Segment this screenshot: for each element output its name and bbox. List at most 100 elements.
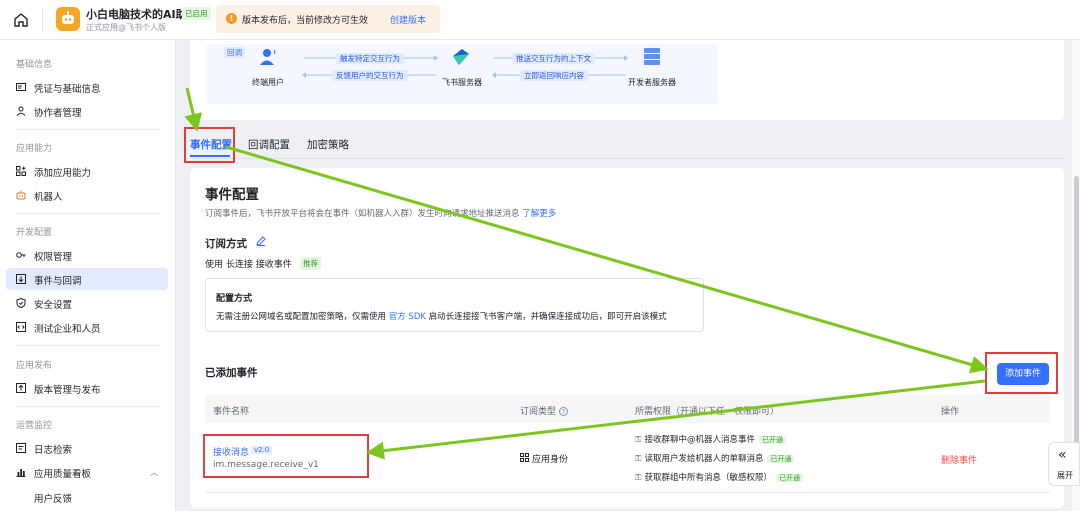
- divider: [42, 9, 43, 31]
- expand-panel-button[interactable]: « 展开: [1048, 442, 1080, 486]
- config-text-part: 启动长连接接飞书客户端，并确保连接成功后，即可开启该模式: [428, 312, 667, 322]
- sidebar-item-label: 版本管理与发布: [34, 385, 101, 396]
- callback-tag: 回调: [224, 47, 245, 58]
- sidebar-item-collaborators[interactable]: 协作者管理: [6, 100, 168, 122]
- help-icon[interactable]: ?: [559, 407, 569, 416]
- sidebar-item-label: 协作者管理: [34, 108, 82, 119]
- annotation-box-tab: [184, 127, 235, 163]
- edit-icon[interactable]: [256, 236, 266, 246]
- upload-box-icon: [16, 383, 26, 393]
- flow-label: 触发特定交互行为: [336, 53, 404, 64]
- flow-label: 反馈用户的交互行为: [332, 70, 408, 81]
- shield-icon: [16, 298, 26, 308]
- permission-status-badge: 已开通: [775, 474, 803, 482]
- sidebar-item-quality-dashboard[interactable]: 应用质量看板 ︿: [6, 461, 168, 483]
- sidebar-section-title: 基础信息: [16, 60, 53, 70]
- event-box-icon: [16, 274, 26, 284]
- home-icon[interactable]: [12, 11, 30, 29]
- scrollbar-thumb[interactable]: [1074, 176, 1079, 486]
- sidebar-item-user-feedback[interactable]: 用户反馈: [6, 486, 168, 508]
- sidebar-section-title: 开发配置: [16, 228, 53, 238]
- row-divider: [205, 492, 1050, 493]
- tab-callback-config[interactable]: 回调配置: [248, 137, 290, 152]
- permission-status-badge: 已开通: [758, 436, 786, 444]
- sidebar-item-label: 用户反馈: [34, 494, 73, 505]
- added-events-title: 已添加事件: [205, 367, 258, 379]
- expand-label: 展开: [1057, 471, 1073, 480]
- sidebar-item-versions[interactable]: 版本管理与发布: [6, 377, 168, 399]
- flow-node-developer-server: 开发者服务器: [628, 78, 676, 87]
- divider: [16, 129, 160, 130]
- app-identity-icon: [520, 453, 529, 462]
- grid-plus-icon: [16, 166, 26, 176]
- notice-text: 版本发布后，当前修改方可生效: [242, 16, 369, 26]
- flow-label: 推送交互行为的上下文: [512, 53, 595, 64]
- sidebar-item-add-capability[interactable]: 添加应用能力: [6, 160, 168, 182]
- page-title: 事件配置: [205, 187, 259, 203]
- recommended-badge: 推荐: [300, 257, 321, 270]
- tab-encryption[interactable]: 加密策略: [307, 137, 349, 152]
- app-status-badge: 已启用: [182, 7, 211, 20]
- feishu-server-icon: [453, 49, 469, 65]
- column-header: 所需权限（开通以下任一权限即可）: [635, 407, 780, 417]
- sidebar-item-label: 日志检索: [34, 445, 73, 456]
- sidebar-item-test-tenants[interactable]: 测试企业和人员: [6, 316, 168, 338]
- key-icon: ⚿: [635, 473, 642, 483]
- id-card-icon: [16, 83, 26, 91]
- key-icon: ⚿: [635, 454, 642, 464]
- sidebar-item-events-callbacks[interactable]: 事件与回调: [6, 268, 168, 290]
- top-bar: 小白电脑技术的AI助手 已启用 正式应用@飞书个人版 ! 版本发布后，当前修改方…: [0, 0, 1080, 40]
- permission-status-badge: 已开通: [767, 455, 795, 463]
- create-version-link[interactable]: 创建版本: [390, 13, 426, 26]
- config-method-text: 无需注册公网域名或配置加密策略，仅需使用 官方 SDK 启动长连接接飞书客户端，…: [216, 310, 667, 322]
- column-header-label: 订阅类型: [520, 407, 557, 417]
- events-table-header: 事件名称 订阅类型? 所需权限（开通以下任一权限即可） 操作: [205, 395, 1050, 423]
- config-method-title: 配置方式: [216, 294, 253, 304]
- sidebar-item-label: 权限管理: [34, 252, 73, 263]
- delete-event-link[interactable]: 删除事件: [941, 453, 977, 466]
- event-config-description: 订阅事件后，飞书开放平台将会在事件（如机器人入群）发生时向请求地址推送消息 了解…: [205, 207, 556, 219]
- divider: [16, 345, 160, 346]
- permission-item: ⚿ 获取群组中所有消息（敏感权限） 已开通: [635, 471, 803, 483]
- chevron-up-icon[interactable]: ︿: [150, 467, 158, 478]
- warning-icon: !: [226, 13, 237, 24]
- key-icon: ⚿: [635, 435, 642, 445]
- column-header: 事件名称: [213, 407, 250, 417]
- app-subtitle: 正式应用@飞书个人版: [86, 23, 166, 32]
- sidebar-item-permissions[interactable]: 权限管理: [6, 244, 168, 266]
- sidebar-section-title: 应用发布: [16, 361, 53, 371]
- permission-text: 获取群组中所有消息（敏感权限）: [644, 473, 772, 483]
- column-header: 订阅类型?: [520, 404, 569, 417]
- subscription-type: 应用身份: [532, 455, 569, 465]
- publish-notice: ! 版本发布后，当前修改方可生效 创建版本: [216, 5, 440, 33]
- flow-node-feishu-server: 飞书服务器: [442, 78, 482, 87]
- divider: [16, 213, 160, 214]
- sidebar-item-label: 凭证与基础信息: [34, 84, 101, 95]
- subscription-mode: 使用 长连接 接收事件: [205, 260, 292, 270]
- bar-chart-icon: [16, 469, 26, 477]
- sidebar-item-label: 应用质量看板: [34, 469, 92, 480]
- sidebar-item-label: 添加应用能力: [34, 168, 92, 179]
- annotation-box-event: [203, 434, 369, 478]
- learn-more-link[interactable]: 了解更多: [522, 209, 556, 219]
- sidebar-item-security[interactable]: 安全设置: [6, 292, 168, 314]
- sidebar-item-log-search[interactable]: 日志检索: [6, 437, 168, 459]
- user-icon: [16, 106, 26, 116]
- sidebar-item-label: 事件与回调: [34, 276, 82, 287]
- sidebar-item-bot[interactable]: 机器人: [6, 184, 168, 206]
- column-header: 操作: [941, 407, 960, 417]
- permission-text: 接收群聊中@机器人消息事件: [644, 435, 755, 445]
- divider: [16, 406, 160, 407]
- official-sdk-link[interactable]: 官方 SDK: [389, 312, 426, 322]
- flow-node-end-user: 终端用户: [252, 78, 284, 87]
- app-name: 小白电脑技术的AI助手: [86, 8, 198, 21]
- tab-divider: [190, 158, 1064, 159]
- sidebar-item-label: 安全设置: [34, 300, 73, 311]
- flow-label: 立即返回响应内容: [520, 70, 588, 81]
- code-box-icon: [16, 322, 26, 332]
- sidebar-item-credentials[interactable]: 凭证与基础信息: [6, 76, 168, 98]
- annotation-box-add-button: [985, 352, 1058, 394]
- config-text-part: 无需注册公网域名或配置加密策略，仅需使用: [216, 312, 387, 322]
- key-icon: [16, 252, 26, 258]
- permission-item: ⚿ 接收群聊中@机器人消息事件 已开通: [635, 433, 786, 445]
